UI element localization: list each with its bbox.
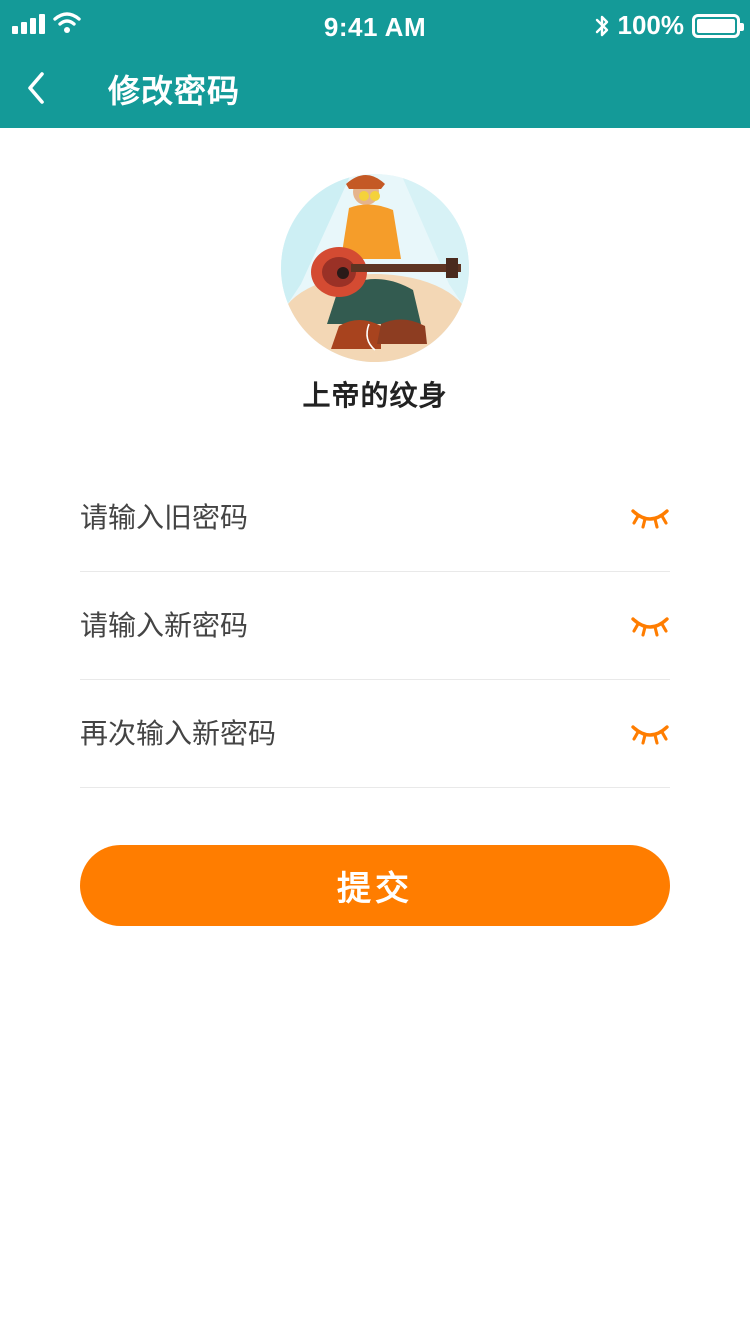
status-bar: 9:41 AM 100% [0,0,750,52]
password-visibility-toggle-button[interactable] [630,720,670,748]
battery-level-fill [697,18,735,33]
password-visibility-toggle-button[interactable] [630,504,670,532]
battery-icon [692,13,744,38]
change-password-screen: 9:41 AM 100% 修改密码 上帝的纹身 提交 [0,0,750,1334]
submit-button[interactable]: 提交 [80,845,670,926]
username: 上帝的纹身 [302,379,448,412]
confirm-password-input[interactable] [80,680,600,787]
chevron-left-icon [28,72,44,104]
avatar [281,174,469,362]
password-form [80,464,670,788]
profile-section: 上帝的纹身 [0,174,750,414]
old-password-row [80,464,670,572]
bluetooth-icon [594,12,610,40]
battery-percentage: 100% [617,10,685,40]
app-header: 9:41 AM 100% 修改密码 [0,0,750,128]
closed-eye-icon [631,508,669,529]
new-password-row [80,572,670,680]
confirm-password-row [80,680,670,788]
page-title: 修改密码 [108,72,241,110]
password-visibility-toggle-button[interactable] [630,612,670,640]
navigation-bar: 修改密码 [0,52,750,128]
new-password-input[interactable] [80,572,600,679]
closed-eye-icon [631,724,669,745]
old-password-input[interactable] [80,464,600,571]
back-button[interactable] [16,64,56,112]
status-right: 100% [594,10,744,41]
closed-eye-icon [631,616,669,637]
